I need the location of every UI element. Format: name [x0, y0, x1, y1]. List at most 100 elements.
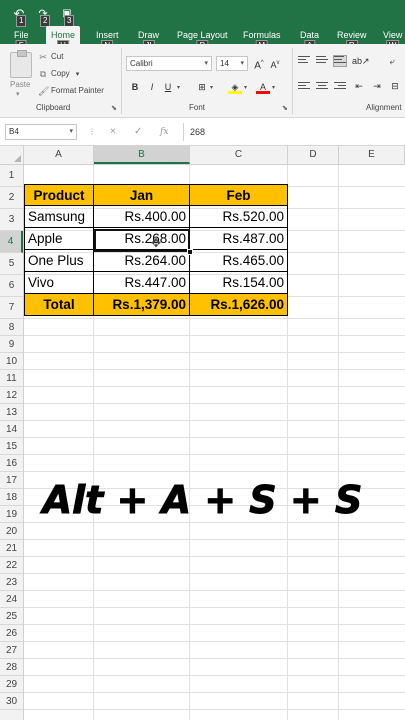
chevron-down-icon[interactable]: ▾	[76, 70, 80, 78]
row-header[interactable]: 23	[0, 574, 23, 591]
row-header[interactable]: 6	[0, 275, 23, 297]
row-header[interactable]: 27	[0, 642, 23, 659]
align-top-icon[interactable]	[298, 56, 310, 66]
row-header[interactable]: 24	[0, 591, 23, 608]
table-cell[interactable]: Rs.154.00	[190, 272, 288, 294]
italic-button[interactable]: I	[145, 80, 159, 94]
merge-center-icon[interactable]: ⊟	[388, 79, 402, 93]
row-header[interactable]: 12	[0, 387, 23, 404]
column-header-b[interactable]: B	[94, 146, 190, 164]
row-header[interactable]: 10	[0, 353, 23, 370]
tab-review[interactable]: ReviewR	[337, 26, 367, 52]
align-middle-icon[interactable]	[316, 56, 328, 66]
paste-icon[interactable]	[10, 50, 32, 78]
row-header[interactable]: 22	[0, 557, 23, 574]
decrease-font-icon[interactable]: Av	[268, 56, 282, 70]
tab-file[interactable]: FileF	[14, 26, 29, 52]
orientation-icon[interactable]: ab↗	[352, 54, 370, 68]
chevron-down-icon[interactable]: ▾	[272, 84, 275, 91]
row-header[interactable]: 3	[0, 209, 23, 231]
chevron-down-icon[interactable]: ▾	[16, 90, 20, 98]
row-header[interactable]: 1	[0, 165, 23, 187]
select-all-button[interactable]	[0, 146, 24, 164]
table-cell[interactable]: One Plus	[24, 250, 94, 272]
format-painter-button[interactable]: 🖌 Format Painter	[38, 84, 104, 97]
redo-icon[interactable]: ↷ 2	[34, 5, 52, 27]
insert-function-icon[interactable]: fx	[160, 124, 168, 140]
tab-insert[interactable]: InsertN	[96, 26, 119, 52]
wrap-text-icon[interactable]: ⤶	[385, 54, 399, 68]
table-header-cell[interactable]: Feb	[190, 184, 288, 206]
table-header-cell[interactable]: Jan	[94, 184, 190, 206]
paste-button-label[interactable]: Paste	[10, 80, 30, 89]
row-header[interactable]: 7	[0, 297, 23, 319]
tab-draw[interactable]: DrawJI	[138, 26, 159, 52]
dialog-launcher-icon[interactable]: ⬊	[282, 104, 288, 112]
tab-page-layout[interactable]: Page LayoutP	[177, 26, 228, 52]
row-header-selected[interactable]: 4	[0, 231, 23, 253]
table-cell[interactable]: Rs.264.00	[94, 250, 190, 272]
indent-decrease-icon[interactable]: ⇤	[352, 79, 366, 93]
table-cell[interactable]: Vivo	[24, 272, 94, 294]
table-header-cell[interactable]: Product	[24, 184, 94, 206]
row-header[interactable]: 21	[0, 540, 23, 557]
row-header[interactable]: 2	[0, 187, 23, 209]
align-center-icon[interactable]	[316, 82, 328, 92]
enter-icon[interactable]: ✓	[134, 124, 142, 140]
tab-data[interactable]: DataA	[300, 26, 319, 52]
bold-button[interactable]: B	[128, 80, 142, 94]
row-header[interactable]: 28	[0, 659, 23, 676]
save-icon[interactable]: ▣ 3	[58, 5, 76, 27]
align-right-icon[interactable]	[334, 82, 346, 92]
table-cell[interactable]: Samsung	[24, 206, 94, 228]
table-total-cell[interactable]: Rs.1,626.00	[190, 294, 288, 316]
row-header[interactable]: 25	[0, 608, 23, 625]
chevron-down-icon[interactable]: ▾	[177, 84, 180, 91]
indent-increase-icon[interactable]: ⇥	[370, 79, 384, 93]
cancel-icon[interactable]: ×	[110, 124, 116, 140]
fill-handle[interactable]	[187, 249, 193, 255]
chevron-down-icon[interactable]: ▾	[210, 84, 213, 91]
row-header[interactable]: 11	[0, 370, 23, 387]
table-total-cell[interactable]: Rs.1,379.00	[94, 294, 190, 316]
increase-font-icon[interactable]: A^	[252, 56, 266, 71]
row-header[interactable]: 26	[0, 625, 23, 642]
align-left-icon[interactable]	[298, 82, 310, 92]
column-header-d[interactable]: D	[288, 146, 339, 164]
table-cell[interactable]: Rs.465.00	[190, 250, 288, 272]
font-color-icon[interactable]: A	[256, 80, 270, 94]
column-header-e[interactable]: E	[339, 146, 405, 164]
row-header[interactable]: 29	[0, 676, 23, 693]
row-header[interactable]: 9	[0, 336, 23, 353]
row-header[interactable]: 15	[0, 438, 23, 455]
tab-home[interactable]: HomeH	[46, 26, 81, 52]
undo-icon[interactable]: ↶ 1	[10, 5, 28, 27]
borders-icon[interactable]: ⊞	[195, 80, 209, 94]
column-header-c[interactable]: C	[190, 146, 288, 164]
dialog-launcher-icon[interactable]: ⬊	[111, 104, 117, 112]
align-bottom-icon[interactable]	[333, 55, 347, 67]
table-cell[interactable]: Rs.487.00	[190, 228, 288, 250]
underline-button[interactable]: U	[161, 80, 175, 94]
chevron-down-icon[interactable]: ▾	[244, 84, 247, 91]
cut-button[interactable]: ✂ Cut	[38, 50, 63, 63]
column-header-a[interactable]: A	[24, 146, 94, 164]
table-cell[interactable]: Apple	[24, 228, 94, 250]
formula-input[interactable]: 268	[190, 124, 205, 140]
table-cell[interactable]: Rs.400.00	[94, 206, 190, 228]
table-cell[interactable]: Rs.520.00	[190, 206, 288, 228]
font-name-box[interactable]: Calibri ▾	[126, 56, 212, 71]
row-header[interactable]: 13	[0, 404, 23, 421]
row-header[interactable]: 30	[0, 693, 23, 710]
tab-view[interactable]: ViewW	[383, 26, 402, 52]
row-header[interactable]: 16	[0, 455, 23, 472]
font-size-box[interactable]: 14 ▾	[216, 56, 248, 71]
tab-formulas[interactable]: FormulasM	[243, 26, 281, 52]
fill-color-icon[interactable]: ◈	[228, 80, 242, 94]
name-box[interactable]: B4 ▾	[5, 124, 77, 140]
row-header[interactable]: 5	[0, 253, 23, 275]
row-header[interactable]: 14	[0, 421, 23, 438]
copy-button[interactable]: ⧉ Copy ▾	[38, 67, 79, 80]
table-total-label[interactable]: Total	[24, 294, 94, 316]
table-cell[interactable]: Rs.447.00	[94, 272, 190, 294]
